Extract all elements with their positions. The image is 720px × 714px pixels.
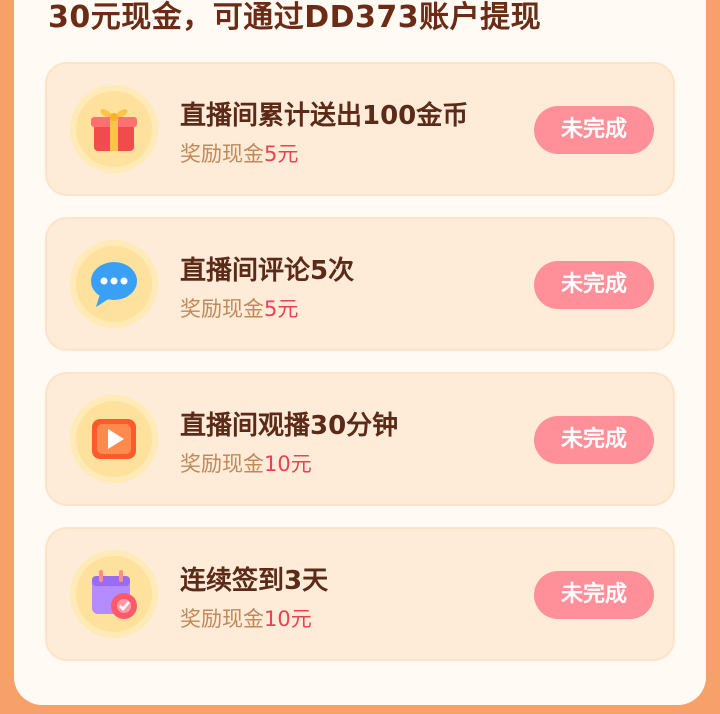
- calendar-checkin-icon: [92, 570, 137, 619]
- icon-badge: [70, 550, 158, 638]
- play-video-icon: [92, 419, 136, 459]
- reward-amount: 10元: [264, 452, 312, 476]
- reward-label: 奖励现金: [180, 297, 264, 321]
- task-status-button[interactable]: 未完成: [534, 416, 654, 464]
- task-reward: 奖励现金5元: [180, 293, 298, 323]
- task-status-button[interactable]: 未完成: [534, 106, 654, 154]
- icon-badge: [70, 240, 158, 328]
- task-title: 直播间观播30分钟: [180, 411, 399, 441]
- task-title: 连续签到3天: [180, 566, 329, 596]
- task-card-checkin: 连续签到3天 奖励现金10元 未完成: [45, 527, 675, 661]
- task-status-button[interactable]: 未完成: [534, 571, 654, 619]
- task-reward: 奖励现金10元: [180, 603, 312, 633]
- reward-label: 奖励现金: [180, 142, 264, 166]
- reward-label: 奖励现金: [180, 607, 264, 631]
- task-title: 直播间评论5次: [180, 256, 355, 286]
- task-card-gift: 直播间累计送出100金币 奖励现金5元 未完成: [45, 62, 675, 196]
- reward-amount: 10元: [264, 607, 312, 631]
- reward-amount: 5元: [264, 297, 299, 321]
- gift-icon: [91, 109, 137, 151]
- task-title: 直播间累计送出100金币: [180, 101, 469, 131]
- icon-badge: [70, 395, 158, 483]
- icon-badge: [70, 85, 158, 173]
- chat-bubble-icon: [91, 262, 137, 307]
- header-text: 30元现金，可通过DD373账户提现: [48, 0, 542, 35]
- task-card-comment: 直播间评论5次 奖励现金5元 未完成: [45, 217, 675, 351]
- task-card-watch: 直播间观播30分钟 奖励现金10元 未完成: [45, 372, 675, 506]
- reward-label: 奖励现金: [180, 452, 264, 476]
- task-status-button[interactable]: 未完成: [534, 261, 654, 309]
- task-reward: 奖励现金5元: [180, 138, 298, 168]
- reward-amount: 5元: [264, 142, 299, 166]
- task-reward: 奖励现金10元: [180, 448, 312, 478]
